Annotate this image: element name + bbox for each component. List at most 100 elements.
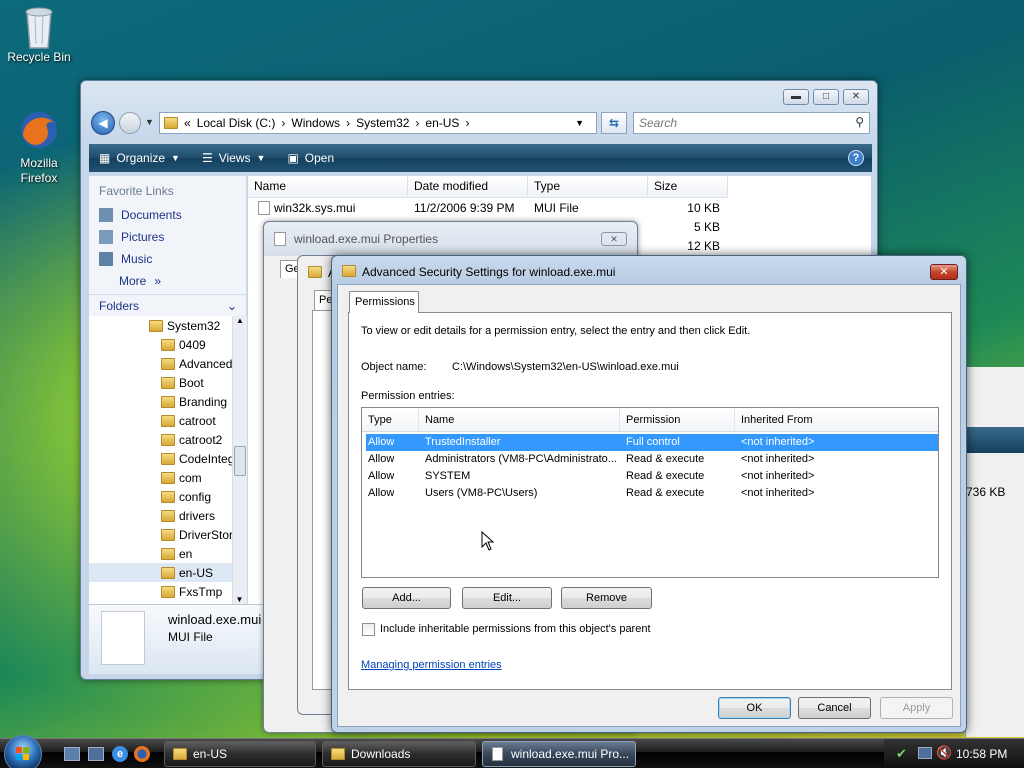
breadcrumb-local-disk[interactable]: Local Disk (C:) xyxy=(197,116,276,130)
tree-node[interactable]: CodeIntegrity xyxy=(89,449,247,468)
file-row[interactable]: win32k.sys.mui 11/2/2006 9:39 PM MUI Fil… xyxy=(248,199,871,218)
nav-link-documents[interactable]: Documents xyxy=(89,204,246,226)
tree-node[interactable]: en xyxy=(89,544,247,563)
refresh-button[interactable]: ⇆ xyxy=(601,112,627,134)
tree-node[interactable]: catroot2 xyxy=(89,430,247,449)
quick-launch-firefox-icon[interactable] xyxy=(134,746,150,762)
help-icon[interactable]: ? xyxy=(848,150,864,166)
quick-launch-show-desktop-icon[interactable] xyxy=(64,747,80,761)
taskbar-button-downloads[interactable]: Downloads xyxy=(322,741,476,767)
include-inheritable-checkbox[interactable] xyxy=(362,623,375,636)
scroll-up-icon[interactable]: ▲ xyxy=(233,316,247,325)
nav-link-more[interactable]: More» xyxy=(89,270,246,292)
tree-node[interactable]: 0409 xyxy=(89,335,247,354)
column-header-permission[interactable]: Permission xyxy=(620,408,735,432)
tree-node[interactable]: com xyxy=(89,468,247,487)
permission-row[interactable]: Allow SYSTEM Read & execute <not inherit… xyxy=(366,468,938,485)
object-name-value: C:\Windows\System32\en-US\winload.exe.mu… xyxy=(452,361,679,373)
column-header-type[interactable]: Type xyxy=(528,176,648,198)
address-dropdown-icon[interactable]: ▼ xyxy=(575,118,584,128)
file-date: 11/2/2006 9:39 PM xyxy=(414,201,515,215)
folders-header[interactable]: Folders ⌄ xyxy=(89,294,247,316)
documents-icon xyxy=(99,208,113,222)
maximize-button[interactable]: □ xyxy=(813,89,839,105)
views-menu[interactable]: ☰ Views ▼ xyxy=(202,151,265,165)
start-button[interactable] xyxy=(4,735,42,768)
quick-launch-switch-windows-icon[interactable] xyxy=(88,747,104,761)
taskbar-button-en-us[interactable]: en-US xyxy=(164,741,316,767)
network-icon[interactable]: ✔ xyxy=(896,746,907,762)
tree-node[interactable]: catroot xyxy=(89,411,247,430)
minimize-button[interactable]: ▬ xyxy=(783,89,809,105)
breadcrumb-arrow-icon[interactable]: › xyxy=(415,116,419,130)
folder-icon xyxy=(173,748,187,760)
edit-button[interactable]: Edit... xyxy=(462,587,552,609)
quick-launch-ie-icon[interactable]: e xyxy=(112,746,128,762)
tree-node-selected[interactable]: en-US xyxy=(89,563,247,582)
desktop-icon-firefox[interactable]: Mozilla Firefox xyxy=(1,108,77,186)
tab-permissions[interactable]: Permissions xyxy=(349,291,419,313)
windows-logo-icon xyxy=(16,747,29,760)
desktop-icon-recycle-bin[interactable]: Recycle Bin xyxy=(1,2,77,65)
organize-menu[interactable]: ▦ Organize ▼ xyxy=(99,151,180,165)
breadcrumb-en-us[interactable]: en-US xyxy=(425,116,459,130)
tree-node[interactable]: FxsTmp xyxy=(89,582,247,601)
tree-node-system32[interactable]: System32 xyxy=(89,316,247,335)
nav-link-pictures[interactable]: Pictures xyxy=(89,226,246,248)
column-header-inherited[interactable]: Inherited From xyxy=(735,408,938,432)
breadcrumb-windows[interactable]: Windows xyxy=(291,116,340,130)
apply-button[interactable]: Apply xyxy=(880,697,953,719)
mouse-cursor-icon xyxy=(481,530,495,554)
tree-node[interactable]: Boot xyxy=(89,373,247,392)
permission-row[interactable]: Allow Users (VM8-PC\Users) Read & execut… xyxy=(366,485,938,502)
managing-permissions-link[interactable]: Managing permission entries xyxy=(361,659,502,671)
address-overflow[interactable]: « xyxy=(184,116,191,130)
nav-link-music[interactable]: Music xyxy=(89,248,246,270)
tree-scrollbar[interactable]: ▲ ▼ xyxy=(232,316,247,604)
scroll-down-icon[interactable]: ▼ xyxy=(233,595,246,604)
folder-tree[interactable]: System32 0409 Advanced Boot Branding cat… xyxy=(89,316,247,604)
search-icon[interactable]: ⚲ xyxy=(855,115,864,129)
firefox-icon xyxy=(17,108,61,152)
close-button[interactable]: ✕ xyxy=(843,89,869,105)
breadcrumb-arrow-icon[interactable]: › xyxy=(346,116,350,130)
forward-button[interactable] xyxy=(119,112,141,134)
permission-row[interactable]: Allow Administrators (VM8-PC\Administrat… xyxy=(366,451,938,468)
monitor-icon[interactable] xyxy=(918,747,932,759)
close-button[interactable]: ✕ xyxy=(601,232,627,246)
cancel-button[interactable]: Cancel xyxy=(798,697,871,719)
breadcrumb-system32[interactable]: System32 xyxy=(356,116,409,130)
remove-button[interactable]: Remove xyxy=(561,587,652,609)
breadcrumb-arrow-icon[interactable]: › xyxy=(281,116,285,130)
permissions-panel: To view or edit details for a permission… xyxy=(348,312,952,690)
permission-entries-list[interactable]: Type Name Permission Inherited From Allo… xyxy=(361,407,939,578)
column-header-name[interactable]: Name xyxy=(419,408,620,432)
column-header-name[interactable]: Name xyxy=(248,176,408,198)
tree-node[interactable]: drivers xyxy=(89,506,247,525)
breadcrumb-arrow-icon[interactable]: › xyxy=(465,116,469,130)
advanced-security-dialog[interactable]: Advanced Security Settings for winload.e… xyxy=(331,255,967,733)
tree-node[interactable]: config xyxy=(89,487,247,506)
background-window[interactable]: 736 KB xyxy=(965,367,1024,737)
volume-muted-icon[interactable]: 🔇 xyxy=(936,745,952,761)
column-header-size[interactable]: Size xyxy=(648,176,728,198)
folder-open-icon xyxy=(161,566,175,579)
column-header-type[interactable]: Type xyxy=(362,408,419,432)
include-inheritable-label[interactable]: Include inheritable permissions from thi… xyxy=(380,623,651,635)
tree-node[interactable]: DriverStore xyxy=(89,525,247,544)
close-button[interactable]: ✕ xyxy=(930,264,958,280)
back-button[interactable]: ◀ xyxy=(91,111,115,135)
open-button[interactable]: ▣ Open xyxy=(287,151,334,165)
ok-button[interactable]: OK xyxy=(718,697,791,719)
recent-pages-chevron-icon[interactable]: ▼ xyxy=(145,117,154,127)
search-input[interactable]: Search ⚲ xyxy=(633,112,870,134)
taskbar-button-properties[interactable]: winload.exe.mui Pro... xyxy=(482,741,636,767)
tree-node[interactable]: Advanced xyxy=(89,354,247,373)
column-header-date[interactable]: Date modified xyxy=(408,176,528,198)
permission-row-selected[interactable]: Allow TrustedInstaller Full control <not… xyxy=(366,434,938,451)
scroll-thumb[interactable] xyxy=(234,446,246,476)
tree-node[interactable]: Branding xyxy=(89,392,247,411)
address-bar[interactable]: « Local Disk (C:) › Windows › System32 › en… xyxy=(159,112,597,134)
add-button[interactable]: Add... xyxy=(362,587,451,609)
clock[interactable]: 10:58 PM xyxy=(956,747,1007,761)
